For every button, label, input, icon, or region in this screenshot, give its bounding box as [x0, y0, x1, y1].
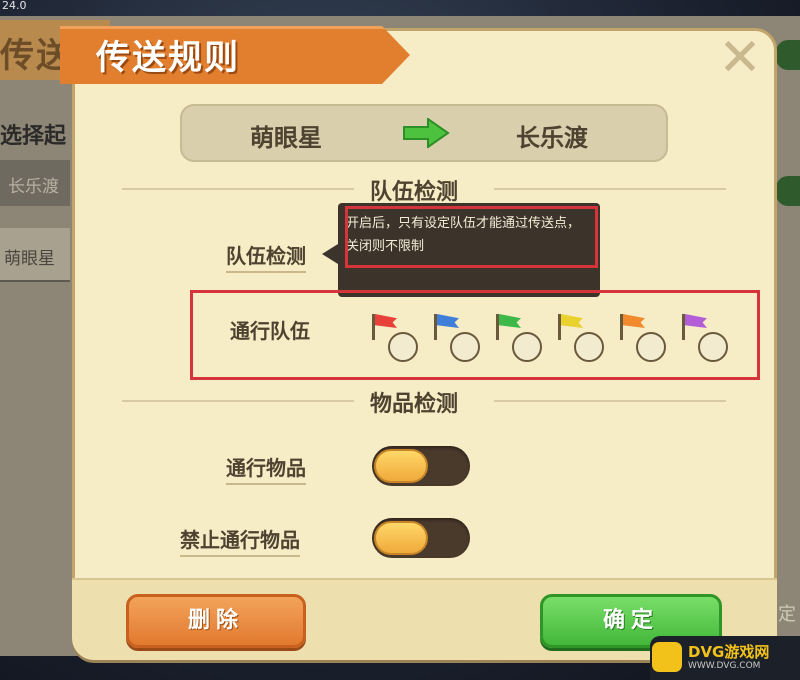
highlight-box-tooltip	[345, 206, 598, 268]
arrow-right-icon	[403, 118, 450, 148]
toggle-knob	[374, 521, 428, 555]
background-destination-field: 长乐渡	[0, 160, 70, 206]
divider-right-2	[494, 400, 726, 402]
item-section-title: 物品检测	[370, 392, 459, 417]
watermark-url: WWW.DVG.COM	[688, 661, 761, 671]
background-select-label: 选择起	[0, 124, 67, 149]
close-button[interactable]: ✕	[716, 32, 764, 84]
forbid-item-label: 禁止通行物品	[180, 524, 300, 557]
delete-button[interactable]: 删除	[126, 594, 306, 648]
background-toggle-2	[776, 176, 800, 206]
close-icon: ✕	[718, 28, 762, 88]
divider-right	[494, 188, 726, 190]
watermark-logo-icon	[652, 642, 682, 672]
forbid-item-toggle[interactable]	[372, 518, 470, 558]
background-toggle-1	[776, 40, 800, 70]
team-check-label: 队伍检测	[226, 240, 306, 273]
tooltip-pointer	[322, 244, 338, 264]
watermark-name: DVG游戏网	[688, 643, 770, 661]
background-confirm-fragment: 定	[778, 604, 796, 625]
route-destination: 长乐渡	[516, 124, 588, 152]
pass-item-label: 通行物品	[226, 452, 306, 485]
divider-left-2	[122, 400, 354, 402]
team-section-title: 队伍检测	[370, 180, 459, 205]
background-origin-field: 萌眼星	[0, 228, 70, 282]
toggle-knob	[374, 449, 428, 483]
divider-left	[122, 188, 354, 190]
version-label: 24.0	[2, 0, 27, 12]
pass-item-toggle[interactable]	[372, 446, 470, 486]
highlight-box-teams	[190, 290, 760, 380]
dialog-title: 传送规则	[96, 38, 240, 78]
route-origin: 萌眼星	[250, 124, 322, 152]
